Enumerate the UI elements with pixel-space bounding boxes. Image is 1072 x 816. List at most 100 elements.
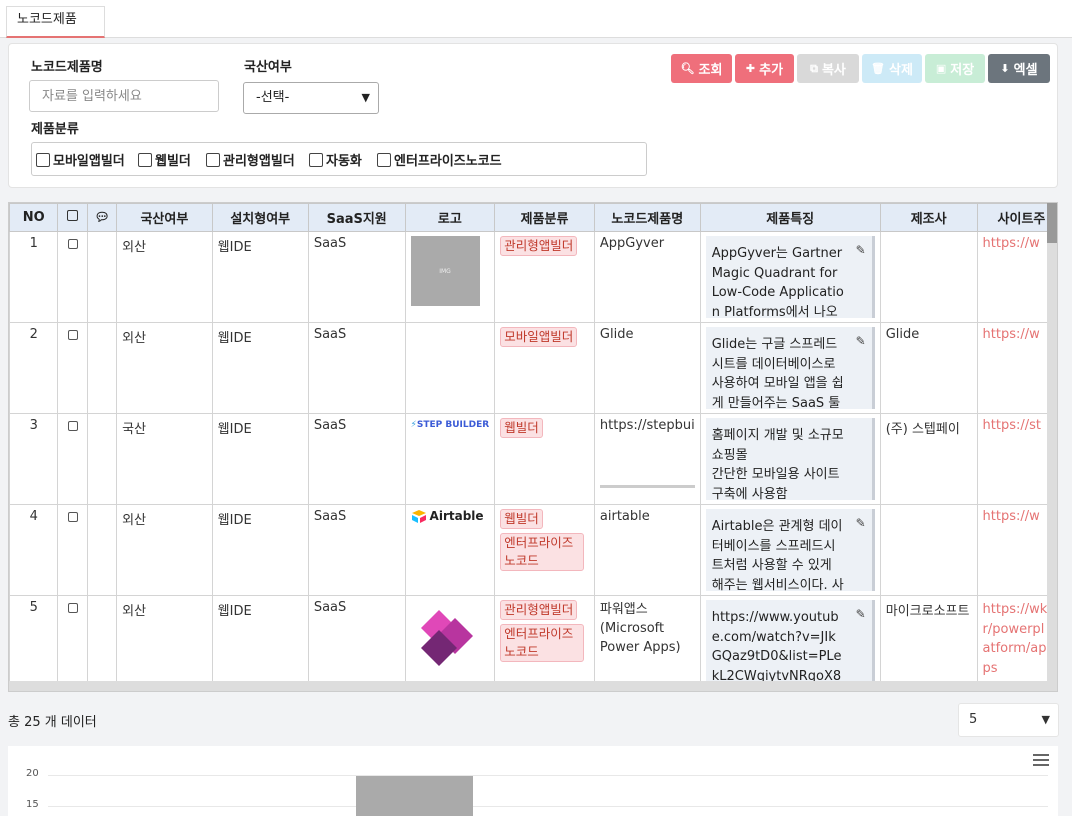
tab-nocode-products[interactable]: 노코드제품 [6,6,105,38]
row-product-name: airtable [593,504,701,596]
category-checkbox-enterprise[interactable]: 엔터프라이즈노코드 [377,150,502,169]
row-no: 2 [9,322,59,414]
copy-button[interactable]: ⧉ 복사 [797,54,859,83]
checkbox-icon[interactable] [67,603,78,613]
category-checkbox-managed[interactable]: 관리형앱빌더 [206,150,295,169]
row-product-name: Glide [593,322,701,414]
row-logo-cell: IMG [404,231,496,323]
stepbuilder-logo-text: STEP BUILDER [416,420,490,430]
category-checkbox-automation[interactable]: 자동화 [309,150,362,169]
header-select-all[interactable] [57,203,88,232]
checkbox-icon[interactable] [206,152,220,167]
row-maker [879,231,978,323]
page-size-value: 5 [969,712,978,727]
product-name-input[interactable] [29,80,219,112]
header-saas[interactable]: SaaS지원 [307,203,406,232]
feature-text: Glide는 구글 스프레드시트를 데이터베이스로 사용하여 모바일 앱을 쉽게… [711,337,844,409]
site-link[interactable]: https://w [983,509,1051,524]
row-checkbox-cell[interactable] [57,504,88,596]
feature-textarea[interactable]: 홈페이지 개발 및 소규모 쇼핑몰 간단한 모바일용 사이트 구축에 사용함 [705,418,875,500]
row-install: 웹IDE [211,595,309,687]
site-link[interactable]: https://st [983,418,1051,433]
site-link[interactable]: https://w [983,236,1051,251]
feature-textarea[interactable]: Airtable은 관계형 데이터베이스를 스프레드시트처럼 사용할 수 있게 … [705,509,875,591]
table-row[interactable]: 1 외산 웹IDE SaaS IMG 관리형앱빌더 AppGyver AppGy… [9,231,1057,323]
chevron-down-icon: ▼ [361,91,370,104]
row-saas: SaaS [307,231,406,323]
category-tag: 엔터프라이즈노코드 [500,624,585,662]
checkbox-icon[interactable] [67,330,78,340]
category-checkbox-web[interactable]: 웹빌더 [138,150,191,169]
checkbox-icon[interactable] [138,152,152,167]
airtable-logo: Airtable [411,509,490,523]
feature-textarea[interactable]: https://www.youtube.com/watch?v=JIkGQaz9… [705,600,875,682]
cell-scrollbar[interactable] [599,485,695,488]
checkbox-icon[interactable] [67,512,78,522]
checkbox-icon[interactable] [36,152,50,167]
row-product-name: AppGyver [593,231,701,323]
add-button[interactable]: ✚ 추가 [735,54,794,83]
site-link[interactable]: https://wkr/powerplatform/apps [983,600,1051,678]
row-domestic: 외산 [116,231,213,323]
vertical-scroll-thumb[interactable] [1047,203,1057,243]
feature-textarea[interactable]: AppGyver는 Gartner Magic Quadrant for Low… [705,236,875,318]
feature-text: Airtable은 관계형 데이터베이스를 스프레드시트처럼 사용할 수 있게 … [711,519,844,591]
feature-textarea[interactable]: Glide는 구글 스프레드시트를 데이터베이스로 사용하여 모바일 앱을 쉽게… [705,327,875,409]
horizontal-scrollbar[interactable] [9,681,1049,691]
logo-placeholder-text: IMG [439,267,451,275]
category-option-label: 관리형앱빌더 [223,154,295,169]
header-site[interactable]: 사이트주 [976,203,1057,232]
feature-text: AppGyver는 Gartner Magic Quadrant for Low… [711,246,844,318]
search-button[interactable]: 🔍︎ 조회 [671,54,732,83]
row-feature-cell: 홈페이지 개발 및 소규모 쇼핑몰 간단한 모바일용 사이트 구축에 사용함 [699,413,881,505]
y-tick-label: 15 [26,799,39,810]
category-checkbox-mobile[interactable]: 모바일앱빌더 [36,150,125,169]
header-maker[interactable]: 제조사 [879,203,978,232]
row-logo-cell [404,595,496,687]
excel-button[interactable]: ⬇ 엑셀 [988,54,1050,83]
vertical-scrollbar[interactable] [1047,203,1057,691]
checkbox-icon[interactable] [67,210,79,221]
row-maker: Glide [879,322,978,414]
row-checkbox-cell[interactable] [57,595,88,687]
category-tag: 엔터프라이즈노코드 [500,533,585,571]
header-no[interactable]: NO [9,203,59,232]
header-domestic[interactable]: 국산여부 [116,203,213,232]
edit-icon[interactable]: ✎ [856,605,866,625]
checkbox-icon[interactable] [377,152,391,167]
row-checkbox-cell[interactable] [57,322,88,414]
header-feature[interactable]: 제품특징 [699,203,881,232]
chart-bar[interactable] [356,776,473,816]
edit-icon[interactable]: ✎ [856,332,866,352]
header-install[interactable]: 설치형여부 [211,203,309,232]
row-saas: SaaS [307,322,406,414]
checkbox-icon[interactable] [309,152,323,167]
edit-icon[interactable]: ✎ [856,241,866,261]
menu-icon[interactable] [1033,754,1049,766]
row-checkbox-cell[interactable] [57,231,88,323]
row-logo-cell: ⚡︎STEP BUILDER [404,413,496,505]
site-link[interactable]: https://w [983,327,1051,342]
page-size-select[interactable]: 5 ▼ [958,703,1059,737]
total-count: 총 25 개 데이터 [8,715,97,730]
header-logo[interactable]: 로고 [404,203,496,232]
row-comment-cell [86,504,118,596]
category-label: 제품분류 [31,122,79,137]
row-logo-cell [404,322,496,414]
checkbox-icon[interactable] [67,239,78,249]
save-button[interactable]: ▣ 저장 [925,54,985,83]
row-checkbox-cell[interactable] [57,413,88,505]
header-category[interactable]: 제품분류 [494,203,595,232]
table-row[interactable]: 2 외산 웹IDE SaaS 모바일앱빌더 Glide Glide는 구글 스프… [9,322,1057,414]
table-row[interactable]: 3 국산 웹IDE SaaS ⚡︎STEP BUILDER 웹빌더 https:… [9,413,1057,505]
checkbox-icon[interactable] [67,421,78,431]
edit-icon[interactable]: ✎ [856,514,866,534]
domestic-select[interactable]: -선택- ▼ [243,82,379,114]
header-product-name[interactable]: 노코드제품명 [593,203,701,232]
row-install: 웹IDE [211,322,309,414]
table-row[interactable]: 5 외산 웹IDE SaaS 관리형앱빌더 엔터프라이즈노코드 파워앱스 (Mic… [9,595,1057,687]
table-row[interactable]: 4 외산 웹IDE SaaS Airtable 웹빌더 엔터프라이즈노코드 air… [9,504,1057,596]
row-product-name: https://stepbui [593,413,701,505]
delete-button[interactable]: 🗑︎ 삭제 [862,54,922,83]
row-maker: (주) 스텝페이 [879,413,978,505]
